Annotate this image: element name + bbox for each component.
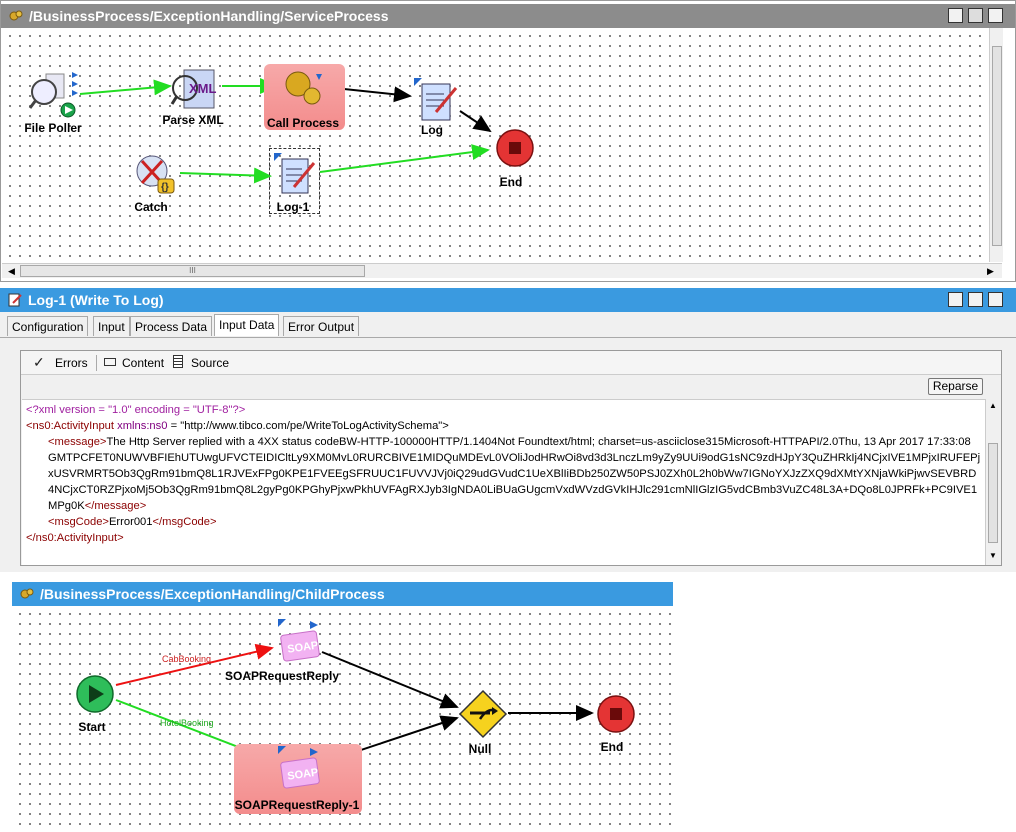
soap-request-reply-1-icon[interactable]: SOAP xyxy=(274,742,324,792)
child-process-transitions xyxy=(115,643,594,764)
null-icon[interactable] xyxy=(458,689,508,739)
soap1-label: SOAPRequestReply xyxy=(224,669,340,683)
soap-request-reply-icon[interactable]: SOAP xyxy=(274,615,324,665)
start-label: Start xyxy=(78,720,106,734)
null-label: Null xyxy=(468,742,492,756)
soap2-label: SOAPRequestReply-1 xyxy=(234,798,360,812)
child-end-icon[interactable] xyxy=(596,694,636,734)
cab-booking-label: CabBooking xyxy=(162,654,212,664)
start-icon[interactable] xyxy=(74,673,116,715)
transition-soap1-to-null[interactable] xyxy=(321,651,459,709)
hotel-booking-label: HotelBooking xyxy=(160,718,214,728)
child-end-label: End xyxy=(600,740,624,754)
